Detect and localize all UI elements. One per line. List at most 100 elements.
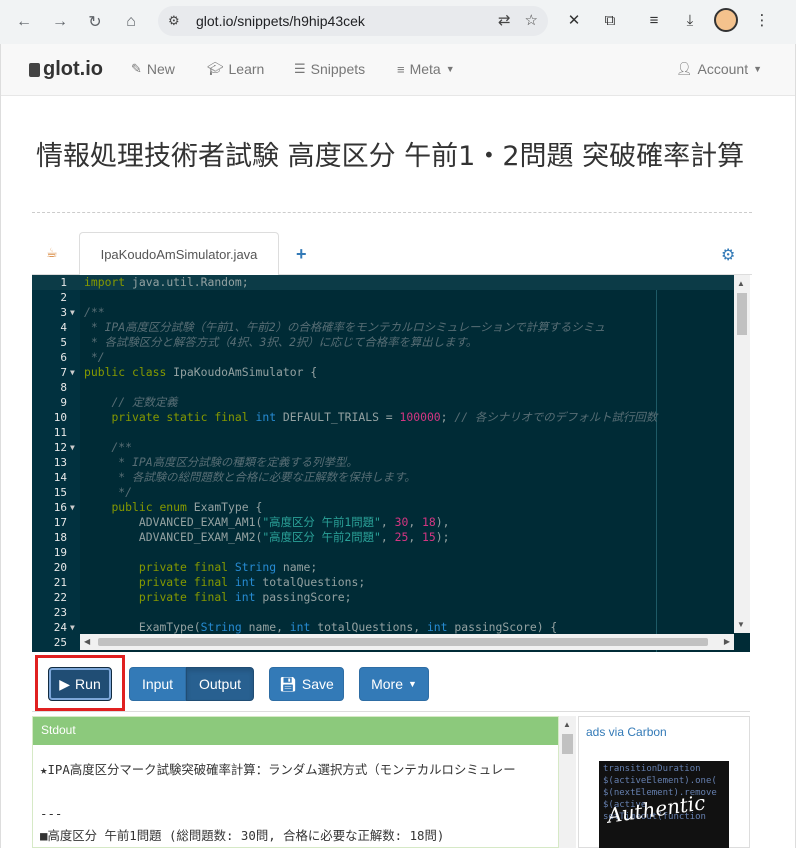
code-line[interactable]: 12 ▼ /** — [32, 440, 734, 455]
code-line[interactable]: 23 — [32, 605, 734, 620]
line-code: public class IpaKoudoAmSimulator { — [84, 365, 318, 379]
scroll-up-icon[interactable]: ▲ — [737, 279, 745, 288]
forward-icon[interactable]: → — [46, 8, 74, 36]
code-line[interactable]: 5 * 各試験区分と解答方式（4択、3択、2択）に応じて合格率を算出します。 — [32, 335, 734, 350]
code-line[interactable]: 22 private final int passingScore; — [32, 590, 734, 605]
address-bar[interactable]: ⚙ glot.io/snippets/h9hip43cek ⇄ ☆ — [158, 6, 548, 36]
line-code: ADVANCED_EXAM_AM1("高度区分 午前1問題", 30, 18), — [138, 515, 450, 529]
extensions-puzzle-icon[interactable]: ⧉ — [598, 8, 622, 32]
code-line[interactable]: 15 */ — [32, 485, 734, 500]
scroll-right-icon[interactable]: ▶ — [724, 637, 730, 646]
line-number: 1 — [60, 276, 67, 289]
extension-x-icon[interactable]: ✕ — [562, 8, 586, 32]
menu-kebab-icon[interactable]: ⋮ — [750, 8, 774, 32]
code-line[interactable]: 6 */ — [32, 350, 734, 365]
nav-meta-dropdown[interactable]: ≡ Meta ▼ — [397, 61, 455, 77]
code-line[interactable]: 19 — [32, 545, 734, 560]
ads-header[interactable]: ads via Carbon — [579, 717, 749, 747]
tab-file-active[interactable]: IpaKoudoAmSimulator.java — [79, 232, 279, 276]
line-code: // 定数定義 — [111, 395, 178, 409]
more-dropdown-button[interactable]: More ▼ — [359, 667, 429, 701]
profile-avatar[interactable] — [714, 8, 738, 32]
run-label: Run — [75, 676, 101, 692]
code-lines[interactable]: 1 import java.util.Random; 2 3 ▼/** 4 * IPA高度… — [32, 275, 734, 650]
nav-learn[interactable]: 🎓︎ Learn — [207, 61, 264, 77]
fold-toggle-icon[interactable]: ▼ — [70, 500, 75, 515]
line-number: 10 — [53, 411, 67, 424]
stdout-header: Stdout — [33, 717, 558, 745]
code-line[interactable]: 7 ▼ public class IpaKoudoAmSimulator { — [32, 365, 734, 380]
save-button[interactable]: 💾︎ Save — [269, 667, 344, 701]
stdout-text: ★IPA高度区分マーク試験突破確率計算：ランダム選択方式（モンテカルロシミュレー… — [40, 762, 516, 843]
back-icon[interactable]: ← — [10, 8, 38, 36]
site-info-icon[interactable]: ⚙ — [168, 13, 188, 29]
fold-toggle-icon[interactable]: ▼ — [70, 305, 75, 320]
code-line[interactable]: 21 private final int totalQuestions; — [32, 575, 734, 590]
run-button[interactable]: ▶ Run — [48, 667, 112, 701]
editor-horizontal-scrollbar[interactable]: ◀ ▶ — [80, 634, 734, 650]
code-line[interactable]: 9 // 定数定義 — [32, 395, 734, 410]
line-code: private static final int DEFAULT_TRIALS … — [111, 410, 658, 424]
line-code: /** — [84, 305, 105, 319]
file-tabs: ☕︎ IpaKoudoAmSimulator.java + ⚙ — [32, 232, 752, 276]
ad-image[interactable]: transitionDuration $(activeElement).one(… — [599, 761, 729, 848]
url-text[interactable]: glot.io/snippets/h9hip43cek — [196, 13, 365, 29]
input-tab-button[interactable]: Input — [129, 667, 186, 701]
code-line[interactable]: 8 — [32, 380, 734, 395]
title-divider — [32, 212, 752, 213]
fold-toggle-icon[interactable]: ▼ — [70, 440, 75, 455]
nav-new[interactable]: ✎ New — [131, 61, 175, 77]
fold-toggle-icon[interactable]: ▼ — [70, 620, 75, 635]
output-label: Output — [198, 676, 242, 692]
scroll-up-icon[interactable]: ▲ — [563, 720, 571, 729]
line-code: * IPA高度区分試験の種類を定義する列挙型。 — [84, 455, 358, 469]
line-code: * 各試験の総問題数と合格に必要な正解数を保持します。 — [84, 470, 416, 484]
code-line[interactable]: 20 private final String name; — [32, 560, 734, 575]
reload-icon[interactable]: ↻ — [81, 8, 109, 36]
code-line[interactable]: 24 ▼ ExamType(String name, int totalQuest… — [32, 620, 734, 635]
editor-vertical-scrollbar[interactable]: ▲ ▼ — [734, 275, 750, 633]
scrollbar-thumb[interactable] — [98, 638, 708, 646]
download-icon[interactable]: ⤓ — [678, 8, 702, 32]
media-icon[interactable]: ≡ — [642, 8, 666, 32]
code-line[interactable]: 16 ▼ public enum ExamType { — [32, 500, 734, 515]
more-label: More — [371, 676, 403, 692]
nav-account-dropdown[interactable]: 👤︎ Account ▼ — [676, 61, 762, 77]
code-line[interactable]: 13 * IPA高度区分試験の種類を定義する列挙型。 — [32, 455, 734, 470]
line-number: 21 — [53, 576, 67, 589]
home-icon[interactable]: ⌂ — [117, 8, 145, 36]
scrollbar-thumb[interactable] — [562, 734, 573, 754]
line-number: 9 — [60, 396, 67, 409]
code-editor[interactable]: 1 import java.util.Random; 2 3 ▼/** 4 * IPA高度… — [32, 275, 750, 652]
code-line[interactable]: 3 ▼ /** — [32, 305, 734, 320]
code-line[interactable]: 2 — [32, 290, 734, 305]
code-line[interactable]: 11 — [32, 425, 734, 440]
nav-snippets[interactable]: ☰ Snippets — [294, 61, 365, 77]
fold-toggle-icon[interactable]: ▼ — [70, 365, 75, 380]
scroll-left-icon[interactable]: ◀ — [84, 637, 90, 646]
code-line[interactable]: 18 ADVANCED_EXAM_AM2("高度区分 午前2問題", 25, 1… — [32, 530, 734, 545]
play-icon: ▶ — [59, 675, 71, 692]
caret-down-icon: ▼ — [407, 679, 417, 689]
line-code: import java.util.Random; — [84, 275, 249, 289]
floppy-disk-icon: 💾︎ — [279, 675, 297, 692]
browser-toolbar: ← → ↻ ⌂ ⚙ glot.io/snippets/h9hip43cek ⇄ … — [0, 0, 796, 44]
output-tab-button[interactable]: Output — [186, 667, 254, 701]
settings-gear-icon[interactable]: ⚙ — [721, 245, 735, 265]
code-line[interactable]: 10 private static final int DEFAULT_TRIA… — [32, 410, 734, 425]
scrollbar-thumb[interactable] — [737, 293, 747, 335]
brand-logo[interactable]: glot.io — [29, 58, 103, 81]
line-number: 22 — [53, 591, 67, 604]
carbon-ads-panel: ads via Carbon transitionDuration $(acti… — [578, 716, 750, 848]
code-line[interactable]: 4 * IPA高度区分試験（午前1、午前2）の合格確率をモンテカルロシミュレーシ… — [32, 320, 734, 335]
add-file-icon[interactable]: + — [296, 244, 307, 265]
code-line[interactable]: 1 import java.util.Random; — [32, 275, 734, 290]
stdout-scrollbar[interactable]: ▲ — [559, 716, 576, 848]
nav-new-label: New — [146, 61, 175, 77]
line-number: 11 — [53, 426, 67, 439]
code-line[interactable]: 17 ADVANCED_EXAM_AM1("高度区分 午前1問題", 30, 1… — [32, 515, 734, 530]
code-line[interactable]: 14 * 各試験の総問題数と合格に必要な正解数を保持します。 — [32, 470, 734, 485]
bookmark-star-icon[interactable]: ☆ — [525, 11, 538, 29]
translate-icon[interactable]: ⇄ — [498, 11, 511, 29]
scroll-down-icon[interactable]: ▼ — [737, 620, 745, 629]
